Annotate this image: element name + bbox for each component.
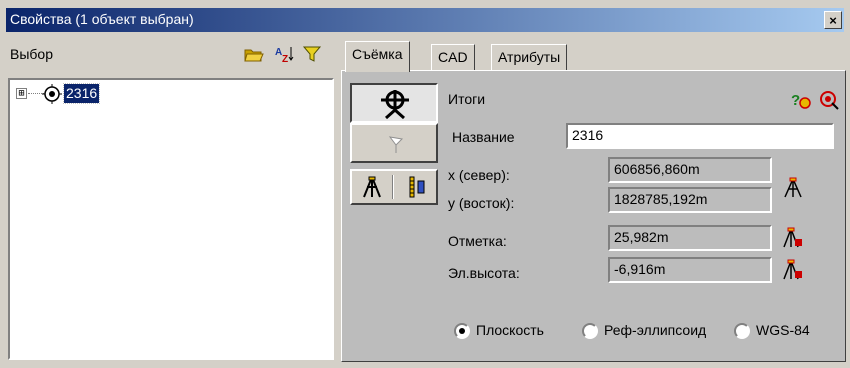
survey-panel: Итоги ? Название 2316 x (север): 606856,… xyxy=(341,70,846,362)
elevation-label: Отметка: xyxy=(448,233,507,249)
coordinate-system-radios: Плоскость Реф-эллипсоид WGS-84 xyxy=(454,321,844,345)
elevation-field: 25,982m xyxy=(608,225,772,251)
total-station-button[interactable] xyxy=(350,83,438,123)
name-label: Название xyxy=(452,129,515,145)
radio-wgs84-label[interactable]: WGS-84 xyxy=(756,322,810,338)
tree-expander[interactable]: ⊞ xyxy=(16,88,27,99)
ellipsoid-height-label: Эл.высота: xyxy=(448,265,520,281)
radio-wgs84[interactable] xyxy=(734,323,750,339)
section-title: Итоги xyxy=(448,91,486,107)
tree-node-label[interactable]: 2316 xyxy=(62,83,101,104)
total-station-icon xyxy=(381,90,409,120)
tab-attributes[interactable]: Атрибуты xyxy=(491,44,568,71)
button-separator xyxy=(392,175,394,199)
y-label: у (восток): xyxy=(448,195,515,211)
target-icon[interactable] xyxy=(818,89,840,111)
open-folder-icon[interactable] xyxy=(244,45,264,63)
close-button[interactable]: × xyxy=(824,11,842,29)
tripod-elevation-icon[interactable] xyxy=(782,227,804,249)
tripod-icon[interactable] xyxy=(360,175,384,199)
selection-label: Выбор xyxy=(10,46,53,62)
x-label: x (север): xyxy=(448,167,510,183)
ellipsoid-height-field: -6,916m xyxy=(608,257,772,283)
survey-point-icon xyxy=(42,84,62,104)
help-icon[interactable]: ? xyxy=(790,89,812,111)
selection-tree[interactable]: ⊞ 2316 xyxy=(8,78,334,360)
survey-rod-icon[interactable] xyxy=(404,175,428,199)
radio-plane[interactable] xyxy=(454,323,470,339)
tripod-xy-icon[interactable] xyxy=(782,177,804,199)
tripod-rod-buttons[interactable] xyxy=(350,169,438,205)
filter-icon[interactable] xyxy=(302,45,322,63)
radio-ellipsoid[interactable] xyxy=(582,323,598,339)
tab-survey[interactable]: Съёмка xyxy=(345,41,410,72)
svg-text:?: ? xyxy=(791,92,800,109)
tab-cad[interactable]: CAD xyxy=(431,44,475,71)
radio-ellipsoid-label[interactable]: Реф-эллипсоид xyxy=(604,322,706,338)
flag-button[interactable] xyxy=(350,123,438,163)
radio-plane-label[interactable]: Плоскость xyxy=(476,322,544,338)
window-title: Свойства (1 объект выбран) xyxy=(10,11,194,27)
title-bar: Свойства (1 объект выбран) × xyxy=(6,8,844,32)
svg-text:Z: Z xyxy=(282,54,288,63)
name-field[interactable]: 2316 xyxy=(566,123,834,149)
x-value-field: 606856,860m xyxy=(608,157,772,183)
tripod-ellipsoid-icon[interactable] xyxy=(782,259,804,281)
properties-tabs: Съёмка CAD Атрибуты Итоги ? Название 231… xyxy=(341,40,846,362)
flag-icon xyxy=(388,136,404,153)
y-value-field: 1828785,192m xyxy=(608,187,772,213)
sort-az-icon[interactable]: A Z xyxy=(274,45,294,63)
selection-header: Выбор A Z xyxy=(6,40,336,68)
radio-plane-dot xyxy=(459,328,465,334)
